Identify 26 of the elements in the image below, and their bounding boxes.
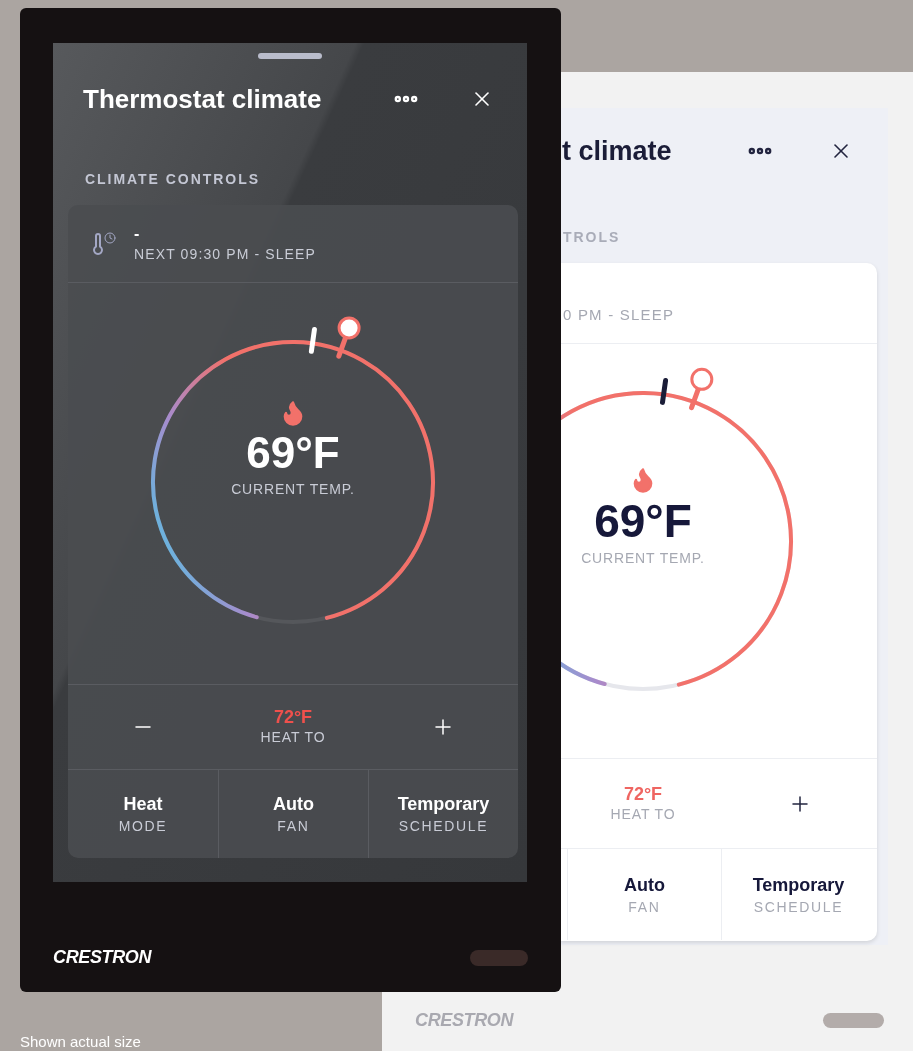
setting-tile[interactable]: Auto FAN xyxy=(567,849,721,940)
schedule-note: NEXT 09:30 PM - SLEEP xyxy=(134,244,316,264)
setpoint-label: HEAT TO xyxy=(260,728,326,747)
section-heading: CLIMATE CONTROLS xyxy=(85,170,261,189)
setting-tile[interactable]: Heat MODE xyxy=(68,770,218,858)
setting-tile[interactable]: Temporary SCHEDULE xyxy=(368,770,518,858)
brand-logo: CRESTRON xyxy=(53,946,153,969)
current-temperature-label: CURRENT TEMP. xyxy=(231,480,355,499)
panel-title: Thermostat climate xyxy=(83,82,323,116)
current-temperature: 69°F xyxy=(594,494,692,548)
status-text: - xyxy=(134,223,141,244)
brand-logo: CRESTRON xyxy=(415,1009,515,1032)
drag-handle[interactable] xyxy=(258,53,322,59)
section-heading: TROLS xyxy=(563,228,622,247)
setting-tile[interactable]: Auto FAN xyxy=(218,770,368,858)
panel-title: t climate xyxy=(561,134,673,168)
sensor-window xyxy=(823,1013,884,1028)
schedule-note: 0 PM - SLEEP xyxy=(563,305,675,325)
setting-tile[interactable]: Temporary SCHEDULE xyxy=(721,849,875,940)
setpoint-value: 72°F xyxy=(273,707,313,727)
current-temperature-label: CURRENT TEMP. xyxy=(581,549,705,568)
caption: Shown actual size xyxy=(20,1033,141,1051)
setpoint-label: HEAT TO xyxy=(610,804,676,824)
current-temperature: 69°F xyxy=(246,427,340,479)
setpoint-value: 72°F xyxy=(623,783,663,804)
sensor-window xyxy=(470,949,528,966)
